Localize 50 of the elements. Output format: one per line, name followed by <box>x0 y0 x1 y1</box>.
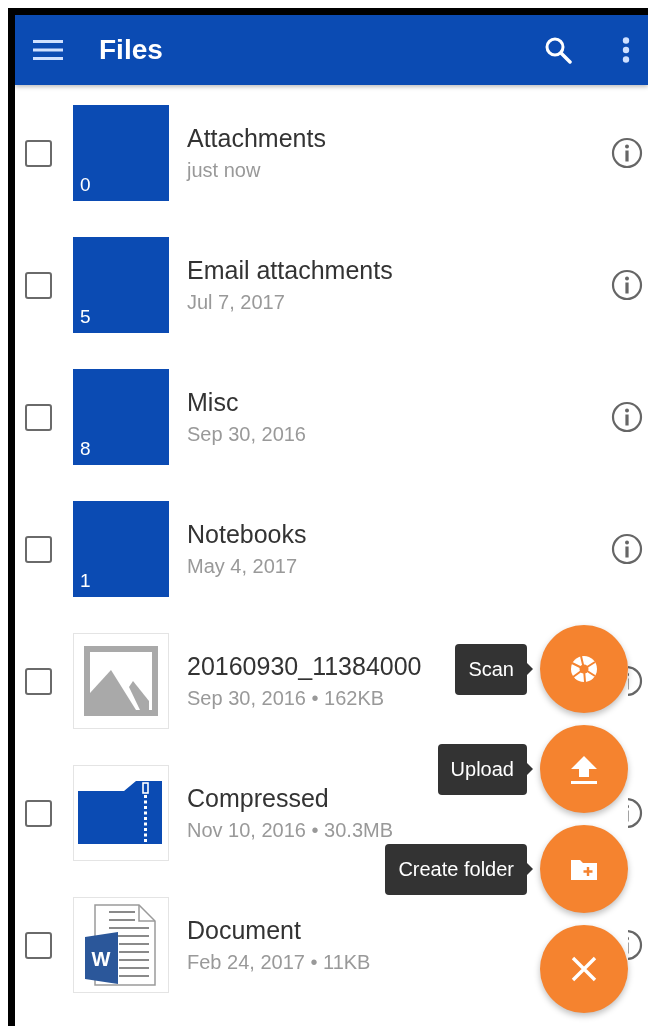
app-title: Files <box>99 34 164 66</box>
upload-icon <box>568 753 600 785</box>
action-button[interactable] <box>540 625 628 713</box>
action-tooltip: Create folder <box>385 843 533 895</box>
checkbox[interactable] <box>25 535 52 563</box>
close-button[interactable] <box>540 925 628 1013</box>
checkbox[interactable] <box>25 667 52 695</box>
file-name: Email attachments <box>187 256 393 285</box>
info-icon[interactable] <box>611 533 643 565</box>
file-details: Feb 24, 2017 • 11KB <box>187 951 371 974</box>
file-name: 20160930_11384000 <box>187 652 422 681</box>
item-count: 8 <box>80 438 91 460</box>
checkbox[interactable] <box>25 139 52 167</box>
file-name: Misc <box>187 388 239 417</box>
info-icon[interactable] <box>611 401 643 433</box>
file-type-letter: W <box>91 948 111 970</box>
file-name: Attachments <box>187 124 326 153</box>
checkbox[interactable] <box>25 403 52 431</box>
file-details: Nov 10, 2016 • 30.3MB <box>187 819 393 842</box>
zip-folder-icon <box>78 781 164 845</box>
info-icon[interactable] <box>611 137 643 169</box>
file-name: Notebooks <box>187 520 307 549</box>
info-icon[interactable] <box>628 665 643 697</box>
action-button[interactable] <box>540 725 628 813</box>
file-details: just now <box>187 159 261 182</box>
action-tooltip: Scan <box>455 643 533 695</box>
more-options-icon[interactable] <box>622 37 630 63</box>
file-details: Jul 7, 2017 <box>187 291 285 314</box>
file-details: Sep 30, 2016 <box>187 423 306 446</box>
info-icon[interactable] <box>628 797 643 829</box>
search-icon[interactable] <box>544 36 572 64</box>
checkbox[interactable] <box>25 271 52 299</box>
close-icon <box>570 955 598 983</box>
file-details: Sep 30, 2016 • 162KB <box>187 687 385 710</box>
action-button[interactable] <box>540 825 628 913</box>
checkbox[interactable] <box>25 799 52 827</box>
checkbox[interactable] <box>25 931 52 959</box>
file-name: Compressed <box>187 784 329 813</box>
image-file-icon <box>83 643 159 719</box>
item-count: 1 <box>80 570 91 592</box>
file-name: Document <box>187 916 301 945</box>
action-tooltip: Upload <box>437 743 533 795</box>
word-document-icon <box>85 904 156 986</box>
camera-shutter-icon <box>568 653 600 685</box>
file-details: May 4, 2017 <box>187 555 298 578</box>
item-count: 0 <box>80 174 91 196</box>
info-icon[interactable] <box>611 269 643 301</box>
info-icon[interactable] <box>628 929 643 961</box>
menu-icon[interactable] <box>33 39 63 61</box>
item-count: 5 <box>80 306 91 328</box>
